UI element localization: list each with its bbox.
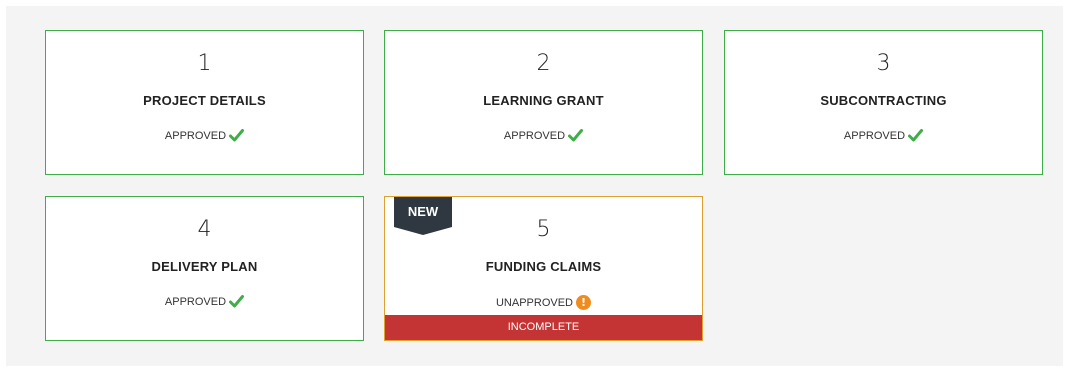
- step-status: APPROVED: [46, 129, 363, 142]
- step-number: 2: [536, 51, 551, 76]
- step-status: UNAPPROVED !: [385, 295, 702, 310]
- incomplete-bar: INCOMPLETE: [385, 315, 702, 340]
- steps-panel: 1 PROJECT DETAILS APPROVED 2 LEARNING GR…: [6, 6, 1063, 366]
- step-card-delivery-plan[interactable]: 4 DELIVERY PLAN APPROVED: [45, 196, 364, 341]
- step-number: 5: [536, 217, 551, 242]
- step-card-funding-claims[interactable]: NEW 5 FUNDING CLAIMS UNAPPROVED ! INCOMP…: [384, 196, 703, 341]
- step-number: 4: [197, 217, 212, 242]
- status-label: APPROVED: [843, 129, 906, 142]
- check-icon: [229, 129, 245, 142]
- step-status: APPROVED: [46, 295, 363, 308]
- step-title: LEARNING GRANT: [483, 93, 604, 108]
- step-number: 3: [876, 51, 891, 76]
- step-number: 1: [197, 51, 212, 76]
- step-status: APPROVED: [385, 129, 702, 142]
- step-status: APPROVED: [725, 129, 1042, 142]
- status-label: APPROVED: [503, 129, 566, 142]
- status-label: UNAPPROVED: [495, 296, 574, 309]
- step-title: FUNDING CLAIMS: [485, 259, 602, 274]
- status-label: APPROVED: [164, 295, 227, 308]
- step-card-subcontracting[interactable]: 3 SUBCONTRACTING APPROVED: [724, 30, 1043, 175]
- step-card-learning-grant[interactable]: 2 LEARNING GRANT APPROVED: [384, 30, 703, 175]
- step-title: DELIVERY PLAN: [151, 259, 258, 274]
- step-title: PROJECT DETAILS: [143, 93, 266, 108]
- status-label: APPROVED: [164, 129, 227, 142]
- step-card-project-details[interactable]: 1 PROJECT DETAILS APPROVED: [45, 30, 364, 175]
- step-title: SUBCONTRACTING: [820, 93, 947, 108]
- check-icon: [568, 129, 584, 142]
- warning-icon: !: [576, 295, 592, 310]
- check-icon: [908, 129, 924, 142]
- check-icon: [229, 295, 245, 308]
